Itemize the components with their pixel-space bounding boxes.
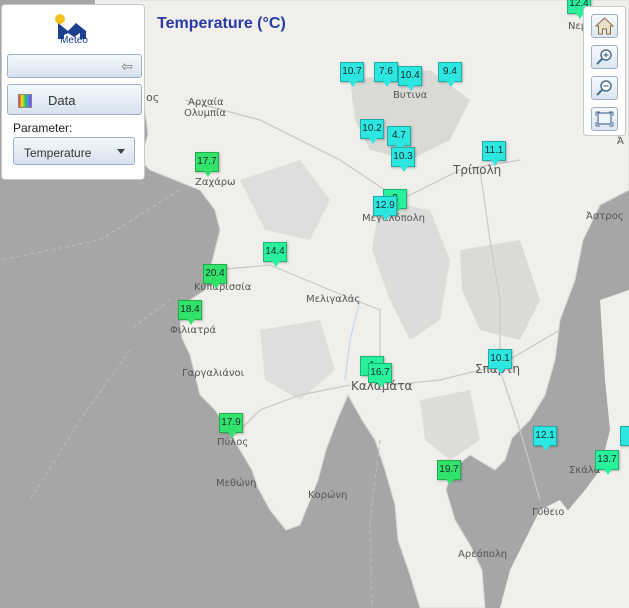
fit-extent-icon bbox=[595, 111, 614, 127]
temperature-marker[interactable]: 10.3 bbox=[391, 147, 415, 172]
temperature-marker[interactable]: 18.4 bbox=[178, 300, 202, 325]
temperature-marker[interactable]: 14.4 bbox=[263, 242, 287, 267]
logo-text: Meteo bbox=[60, 35, 88, 46]
temperature-marker[interactable]: 10.1 bbox=[488, 349, 512, 374]
place-label: Πύλος bbox=[217, 437, 249, 448]
temperature-marker[interactable]: 9.4 bbox=[438, 62, 462, 87]
temperature-marker[interactable]: 17.7 bbox=[195, 152, 219, 177]
place-label: Γύθειο bbox=[532, 507, 565, 518]
zoom-out-button[interactable] bbox=[591, 76, 618, 100]
home-button[interactable] bbox=[591, 14, 618, 38]
zoom-out-icon bbox=[596, 80, 612, 96]
temperature-marker[interactable]: 10.4 bbox=[398, 66, 422, 91]
place-label: Αρχαία bbox=[188, 97, 224, 108]
temperature-marker[interactable]: 16.7 bbox=[368, 363, 392, 388]
chevron-down-icon bbox=[117, 149, 125, 154]
temperature-marker[interactable]: 20.4 bbox=[203, 264, 227, 289]
place-label: Μελιγαλάς bbox=[306, 294, 361, 305]
temperature-marker[interactable]: 13.7 bbox=[595, 450, 619, 475]
temperature-marker[interactable]: 1 bbox=[620, 426, 629, 446]
temperature-marker[interactable]: 12.1 bbox=[533, 426, 557, 451]
color-scale-icon bbox=[18, 94, 32, 108]
map-title: Temperature (°C) bbox=[157, 15, 286, 32]
place-label: ος bbox=[146, 91, 160, 104]
zoom-in-icon bbox=[596, 49, 612, 65]
temperature-marker[interactable]: 19.7 bbox=[437, 460, 461, 485]
place-label: Άστρος bbox=[586, 211, 624, 222]
place-label: Μεθώνη bbox=[216, 478, 257, 489]
zoom-in-button[interactable] bbox=[591, 45, 618, 69]
fit-extent-button[interactable] bbox=[591, 107, 618, 131]
temperature-marker[interactable]: 10.2 bbox=[360, 119, 384, 144]
place-label: Ά bbox=[617, 136, 624, 147]
temperature-marker[interactable]: 11.1 bbox=[482, 141, 506, 166]
control-panel: Meteo ⇦ Data Parameter: Temperature bbox=[1, 4, 145, 180]
place-label: Αρεόπολη bbox=[458, 549, 508, 560]
data-button[interactable]: Data bbox=[7, 84, 142, 115]
map-toolbar bbox=[583, 6, 626, 136]
temperature-marker[interactable]: 10.7 bbox=[340, 62, 364, 87]
data-button-label: Data bbox=[48, 93, 76, 108]
temperature-marker[interactable]: 12.9 bbox=[373, 196, 397, 221]
temperature-marker[interactable]: 4.7 bbox=[387, 126, 411, 151]
parameter-select[interactable]: Temperature bbox=[13, 137, 135, 165]
place-label: Κορώνη bbox=[308, 490, 348, 501]
place-label: Ολυμπία bbox=[184, 108, 226, 119]
place-label: Γαργαλιάνοι bbox=[182, 368, 245, 379]
back-arrow-icon: ⇦ bbox=[121, 58, 133, 74]
temperature-marker[interactable]: 7.6 bbox=[374, 62, 398, 87]
collapse-panel-button[interactable]: ⇦ bbox=[7, 54, 142, 78]
place-label: Φιλιατρά bbox=[170, 325, 217, 336]
temperature-marker[interactable]: 17.9 bbox=[219, 413, 243, 438]
place-label: Βυτινα bbox=[393, 90, 428, 101]
parameter-value: Temperature bbox=[24, 146, 92, 160]
place-label: Ζαχάρω bbox=[195, 177, 236, 188]
home-icon bbox=[594, 17, 615, 35]
parameter-label: Parameter: bbox=[13, 121, 73, 135]
